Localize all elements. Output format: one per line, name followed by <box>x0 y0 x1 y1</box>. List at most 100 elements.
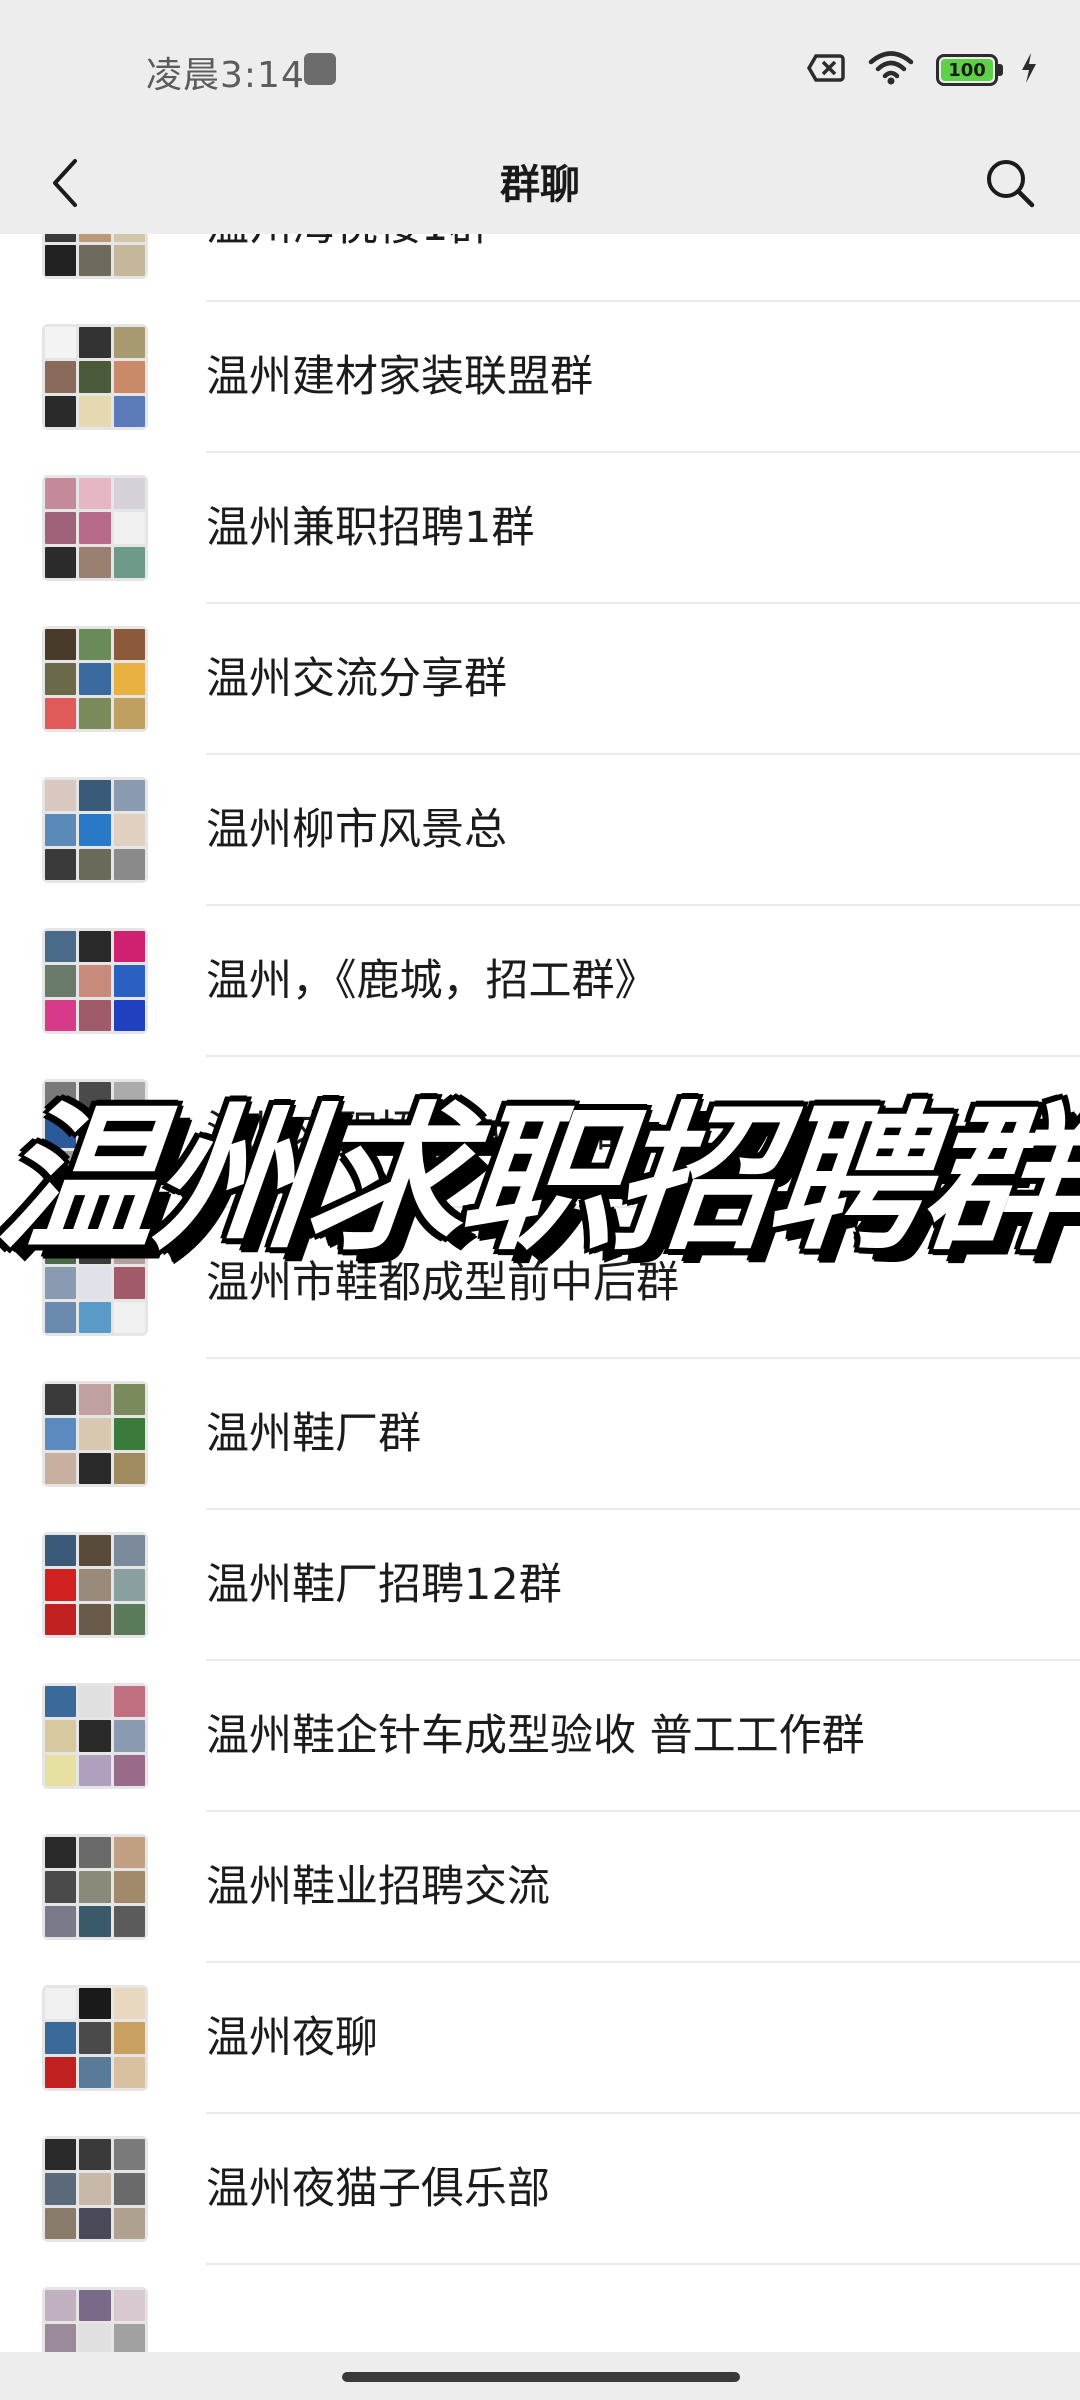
member-avatar-tile <box>113 2139 145 2171</box>
group-avatar <box>42 777 148 883</box>
group-name: 温州市鞋都成型前中后群 <box>206 1258 679 1308</box>
member-avatar-tile <box>113 1988 145 2020</box>
member-avatar-tile <box>45 478 77 510</box>
member-avatar-tile <box>45 1116 77 1148</box>
group-name: 温州鞋业招聘交流 <box>206 1862 550 1912</box>
member-avatar-tile <box>45 1301 77 1333</box>
group-row[interactable]: 温州柳市风景总 <box>0 755 1080 906</box>
member-avatar-tile <box>113 1301 145 1333</box>
member-avatar-tile <box>45 965 77 997</box>
member-avatar-tile <box>45 1418 77 1450</box>
group-row[interactable]: 温州，《鹿城，招工群》 <box>0 906 1080 1057</box>
member-avatar-tile <box>113 1233 145 1265</box>
member-avatar-tile <box>113 478 145 510</box>
member-avatar-tile <box>79 2173 111 2205</box>
group-row[interactable]: 温州兼职招聘1群 <box>0 453 1080 604</box>
member-avatar-tile <box>45 1384 77 1416</box>
group-row[interactable]: 温州鞋企针车成型验收 普工工作群 <box>0 1661 1080 1812</box>
member-avatar-tile <box>45 780 77 812</box>
member-avatar-tile <box>79 848 111 880</box>
group-row[interactable]: 温州鞋业招聘交流 <box>0 1812 1080 1963</box>
group-name: 温州柳市风景总 <box>206 805 507 855</box>
member-avatar-tile <box>79 697 111 729</box>
group-avatar <box>42 1079 148 1185</box>
member-avatar-tile <box>45 512 77 544</box>
member-avatar-tile <box>79 1535 111 1567</box>
member-avatar-tile <box>79 1267 111 1299</box>
member-avatar-tile <box>79 965 111 997</box>
group-avatar <box>42 324 148 430</box>
member-avatar-tile <box>113 663 145 695</box>
member-avatar-tile <box>113 999 145 1031</box>
member-avatar-tile <box>79 1116 111 1148</box>
status-time: 凌晨3:14 <box>146 55 305 96</box>
group-row[interactable]: 温州市鞋都成型前中后群 <box>0 1208 1080 1359</box>
member-avatar-tile <box>113 2173 145 2205</box>
member-avatar-tile <box>45 1452 77 1484</box>
member-avatar-tile <box>79 546 111 578</box>
member-avatar-tile <box>79 1905 111 1937</box>
member-avatar-tile <box>79 1988 111 2020</box>
member-avatar-tile <box>45 814 77 846</box>
member-avatar-tile <box>113 931 145 963</box>
member-avatar-tile <box>113 234 145 242</box>
member-avatar-tile <box>113 1871 145 1903</box>
group-avatar <box>42 2136 148 2242</box>
member-avatar-tile <box>113 1720 145 1752</box>
member-avatar-tile <box>113 395 145 427</box>
member-avatar-tile <box>45 1233 77 1265</box>
member-avatar-tile <box>79 2290 111 2322</box>
member-avatar-tile <box>113 1418 145 1450</box>
group-avatar <box>42 928 148 1034</box>
navigation-bar <box>0 2352 1080 2400</box>
group-avatar <box>42 475 148 581</box>
group-avatar <box>42 1230 148 1336</box>
member-avatar-tile <box>45 1720 77 1752</box>
member-avatar-tile <box>45 2139 77 2171</box>
member-avatar-tile <box>79 395 111 427</box>
member-avatar-tile <box>113 965 145 997</box>
member-avatar-tile <box>45 629 77 661</box>
member-avatar-tile <box>113 2022 145 2054</box>
member-avatar-tile <box>79 1754 111 1786</box>
member-avatar-tile <box>45 1686 77 1718</box>
group-row[interactable]: 温州鞋厂群 <box>0 1359 1080 1510</box>
member-avatar-tile <box>79 2139 111 2171</box>
status-icons: 100 <box>806 50 1038 90</box>
member-avatar-tile <box>79 780 111 812</box>
group-list[interactable]: 温州海悦楼1群温州建材家装联盟群温州兼职招聘1群温州交流分享群温州柳市风景总温州… <box>0 234 1080 2352</box>
sim-off-icon <box>806 52 846 88</box>
group-row[interactable]: 温州夜猫子俱乐部 <box>0 2114 1080 2265</box>
member-avatar-tile <box>79 327 111 359</box>
member-avatar-tile <box>113 1384 145 1416</box>
charging-icon <box>1020 52 1038 88</box>
member-avatar-tile <box>79 1418 111 1450</box>
group-row[interactable] <box>0 2265 1080 2352</box>
page-title: 群聊 <box>500 162 580 208</box>
group-row[interactable]: 温州求职招聘（源头群） <box>0 1057 1080 1208</box>
member-avatar-tile <box>45 697 77 729</box>
member-avatar-tile <box>79 2056 111 2088</box>
search-button[interactable] <box>970 136 1050 234</box>
member-avatar-tile <box>79 931 111 963</box>
member-avatar-tile <box>79 1301 111 1333</box>
group-row[interactable]: 温州鞋厂招聘12群 <box>0 1510 1080 1661</box>
member-avatar-tile <box>79 512 111 544</box>
group-row[interactable]: 温州夜聊 <box>0 1963 1080 2114</box>
member-avatar-tile <box>79 1569 111 1601</box>
member-avatar-tile <box>113 629 145 661</box>
member-avatar-tile <box>79 244 111 276</box>
member-avatar-tile <box>113 1837 145 1869</box>
member-avatar-tile <box>113 1116 145 1148</box>
group-row[interactable]: 温州建材家装联盟群 <box>0 302 1080 453</box>
group-list-content: 温州海悦楼1群温州建材家装联盟群温州兼职招聘1群温州交流分享群温州柳市风景总温州… <box>0 234 1080 2352</box>
search-icon <box>984 157 1036 213</box>
home-indicator[interactable] <box>342 2372 740 2382</box>
member-avatar-tile <box>45 2022 77 2054</box>
member-avatar-tile <box>45 1754 77 1786</box>
member-avatar-tile <box>79 1384 111 1416</box>
group-row[interactable]: 温州交流分享群 <box>0 604 1080 755</box>
group-avatar <box>42 1532 148 1638</box>
member-avatar-tile <box>113 697 145 729</box>
group-row[interactable]: 温州海悦楼1群 <box>0 234 1080 302</box>
